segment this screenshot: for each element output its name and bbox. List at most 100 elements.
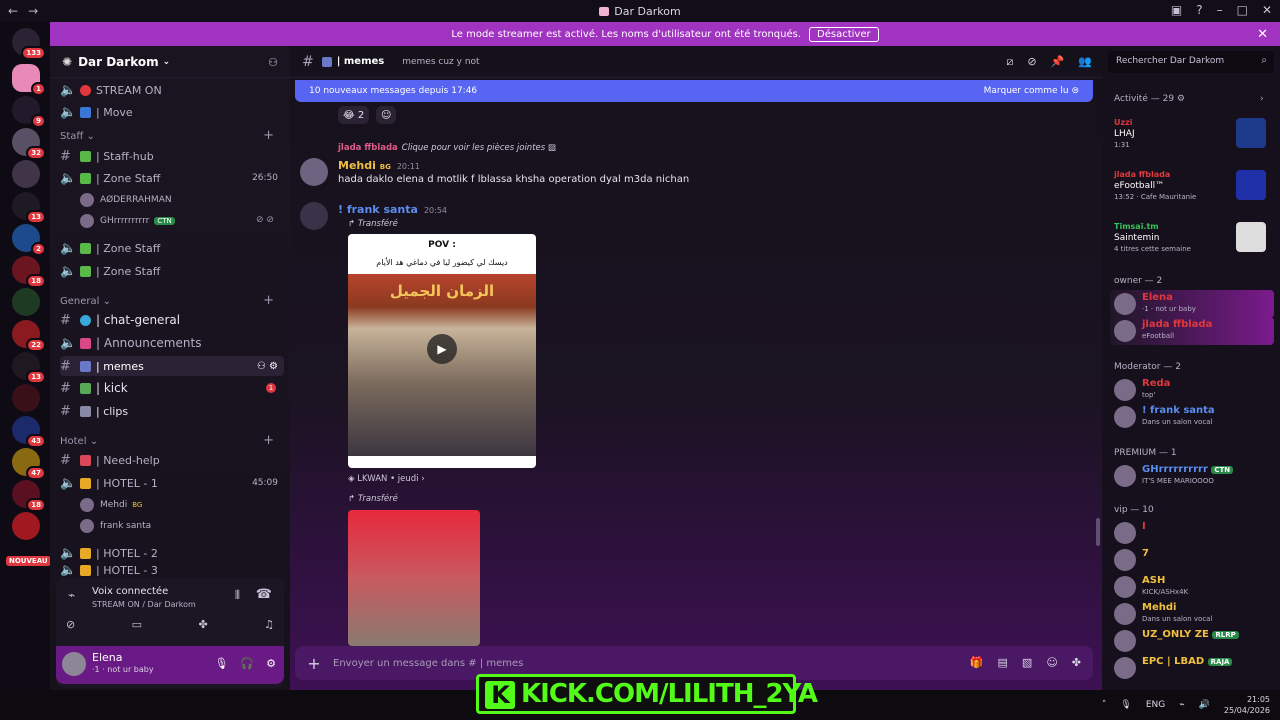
emoji-icon[interactable]: ☺	[1046, 656, 1057, 669]
noise-suppression-icon[interactable]: ⦀	[235, 588, 240, 603]
server-icon[interactable]	[12, 160, 40, 188]
category-hotel[interactable]: Hotel ⌄ +	[60, 433, 284, 448]
close-window-icon[interactable]: ✕	[1262, 3, 1272, 17]
voice-channel-stream-on[interactable]: 🔈 STREAM ON	[60, 80, 284, 100]
text-channel-announcements[interactable]: 🔈 | Announcements	[60, 333, 284, 353]
add-channel-icon[interactable]: +	[263, 293, 274, 308]
volume-icon[interactable]: 🔊	[1199, 700, 1210, 710]
voice-channel-hotel-2[interactable]: 🔈 | HOTEL - 2	[60, 543, 284, 563]
server-icon[interactable]: 32	[12, 128, 46, 160]
message-author[interactable]: ! frank santa 20:54	[338, 203, 447, 216]
member-list-icon[interactable]: 👥	[1078, 55, 1092, 69]
server-icon[interactable]	[12, 288, 40, 316]
composer-placeholder[interactable]: Envoyer un message dans # | memes	[333, 658, 523, 669]
text-channel-memes[interactable]: # | memes ⚇ ⚙	[60, 356, 284, 376]
server-icon[interactable]: 9	[12, 96, 46, 128]
microphone-icon[interactable]: 🎙	[1120, 700, 1131, 710]
microphone-icon[interactable]: 🎙	[214, 657, 228, 670]
avatar[interactable]	[300, 158, 328, 186]
sticker-icon[interactable]: ▧	[1022, 656, 1032, 669]
message-author[interactable]: Mehdi BG 20:11	[338, 159, 420, 172]
add-reaction-button[interactable]: ☺	[376, 106, 396, 124]
reply-preview[interactable]: jlada ffblada Clique pour voir les pièces…	[338, 143, 556, 153]
member-item[interactable]: 7	[1110, 546, 1274, 574]
voice-user[interactable]: AØDERRAHMAN	[80, 191, 172, 209]
activity-card[interactable]: Timsaï.tm Saintemin 4 titres cette semaine	[1114, 222, 1274, 253]
screen-share-icon[interactable]: ▭	[132, 618, 142, 631]
avatar[interactable]	[62, 652, 86, 676]
gif-icon[interactable]: ▤	[998, 656, 1008, 669]
server-icon[interactable]: 13	[12, 352, 46, 384]
video-thumbnail[interactable]: الزمان الجميل ▶	[348, 274, 536, 456]
server-icon[interactable]: 47	[12, 448, 46, 480]
category-general[interactable]: General ⌄ +	[60, 293, 284, 308]
category-staff[interactable]: Staff ⌄ +	[60, 128, 284, 143]
activities-icon[interactable]: ✤	[198, 618, 207, 631]
minimize-icon[interactable]: –	[1217, 3, 1223, 17]
search-input[interactable]: Rechercher Dar Darkom ⌕	[1108, 51, 1274, 73]
channel-settings-icon[interactable]: ⚇ ⚙	[257, 361, 278, 372]
member-item[interactable]: jlada ffblada eFootball	[1110, 317, 1274, 345]
member-item[interactable]: UZ_ONLY ZE RLRP	[1110, 627, 1274, 655]
server-icon[interactable]: 13	[12, 192, 46, 224]
voice-channel-zone-staff[interactable]: 🔈 | Zone Staff	[60, 261, 284, 281]
voice-user[interactable]: frank santa	[80, 517, 151, 535]
add-channel-icon[interactable]: +	[263, 433, 274, 448]
threads-icon[interactable]: ⧄	[1006, 55, 1013, 69]
attach-icon[interactable]: +	[295, 654, 333, 673]
clock[interactable]: 21:05 25/04/2026	[1224, 694, 1270, 716]
server-dar-darkom[interactable]: 1	[12, 64, 46, 96]
activity-card[interactable]: Uzzi LHAJ 1:31	[1114, 118, 1274, 149]
image-embed[interactable]	[348, 510, 480, 646]
text-channel-staff-hub[interactable]: # | Staff-hub	[60, 146, 284, 166]
voice-channel-zone-staff[interactable]: 🔈 | Zone Staff 26:50	[60, 168, 284, 188]
member-item[interactable]: ! frank santa Dans un salon vocal	[1110, 403, 1274, 431]
text-channel-need-help[interactable]: # | Need-help	[60, 450, 284, 470]
invite-icon[interactable]: ⚇	[268, 56, 278, 69]
member-item[interactable]: Elena ·1 · not ur baby	[1110, 290, 1274, 318]
text-channel-kick[interactable]: # | kick 1	[60, 378, 284, 398]
avatar[interactable]	[300, 202, 328, 230]
soundboard-icon[interactable]: ♫	[264, 618, 274, 631]
forward-source[interactable]: ◈ LKWAN • jeudi ›	[348, 474, 425, 484]
guild-header[interactable]: ✺ Dar Darkom ⌄ ⚇	[50, 46, 290, 78]
gear-icon[interactable]: ⚙	[266, 657, 276, 670]
help-icon[interactable]: ?	[1196, 3, 1202, 17]
gift-icon[interactable]: 🎁	[970, 656, 984, 669]
activity-card[interactable]: jlada ffblada eFootball™ 13:52 · Cafe Maur…	[1114, 170, 1274, 201]
add-channel-icon[interactable]: +	[263, 128, 274, 143]
member-item[interactable]: EPC | LBAD RAJA	[1110, 654, 1274, 682]
pin-icon[interactable]: 📌	[1051, 55, 1065, 69]
inbox-icon[interactable]: ▣	[1171, 3, 1182, 17]
voice-channel-zone-staff[interactable]: 🔈 | Zone Staff	[60, 238, 284, 258]
server-icon[interactable]: 18	[12, 480, 46, 512]
voice-user[interactable]: GHrrrrrrrrrr CTN	[80, 212, 175, 230]
maximize-icon[interactable]: □	[1237, 3, 1248, 17]
language-indicator[interactable]: ENG	[1146, 700, 1165, 710]
server-icon[interactable]	[12, 512, 40, 540]
voice-location[interactable]: STREAM ON / Dar Darkom	[92, 600, 196, 609]
text-channel-chat-general[interactable]: # | chat-general	[60, 310, 284, 330]
camera-off-icon[interactable]: ⊘	[66, 618, 75, 631]
server-icon[interactable]: 22	[12, 320, 46, 352]
home-icon[interactable]: 133	[12, 28, 46, 60]
scrollbar[interactable]	[1096, 518, 1100, 546]
member-item[interactable]: ASH KICK/ASHx4K	[1110, 573, 1274, 601]
member-item[interactable]: I	[1110, 519, 1274, 547]
close-icon[interactable]: ✕	[1257, 27, 1268, 42]
disable-streamer-button[interactable]: Désactiver	[809, 26, 879, 42]
notifications-off-icon[interactable]: ⊘	[1027, 55, 1036, 69]
text-channel-clips[interactable]: # | clips	[60, 401, 284, 421]
voice-user[interactable]: Mehdi BG	[80, 496, 142, 514]
activity-header[interactable]: Activité — 29 ⚙ ›	[1114, 94, 1264, 104]
channel-topic[interactable]: memes cuz y not	[402, 57, 479, 67]
member-item[interactable]: Mehdi Dans un salon vocal	[1110, 600, 1274, 628]
reaction-laugh[interactable]: 😂 2	[338, 106, 370, 124]
new-messages-bar[interactable]: 10 nouveaux messages depuis 17:46 Marque…	[295, 80, 1093, 102]
member-item[interactable]: GHrrrrrrrrrr CTN IT'S MEE MARIOOOO	[1110, 462, 1274, 490]
mark-as-read-button[interactable]: Marquer comme lu ⊜	[984, 86, 1079, 96]
server-icon[interactable]	[12, 384, 40, 412]
voice-channel-move[interactable]: 🔈 | Move	[60, 102, 284, 122]
user-name[interactable]: Elena	[92, 651, 123, 664]
play-icon[interactable]: ▶	[427, 334, 457, 364]
